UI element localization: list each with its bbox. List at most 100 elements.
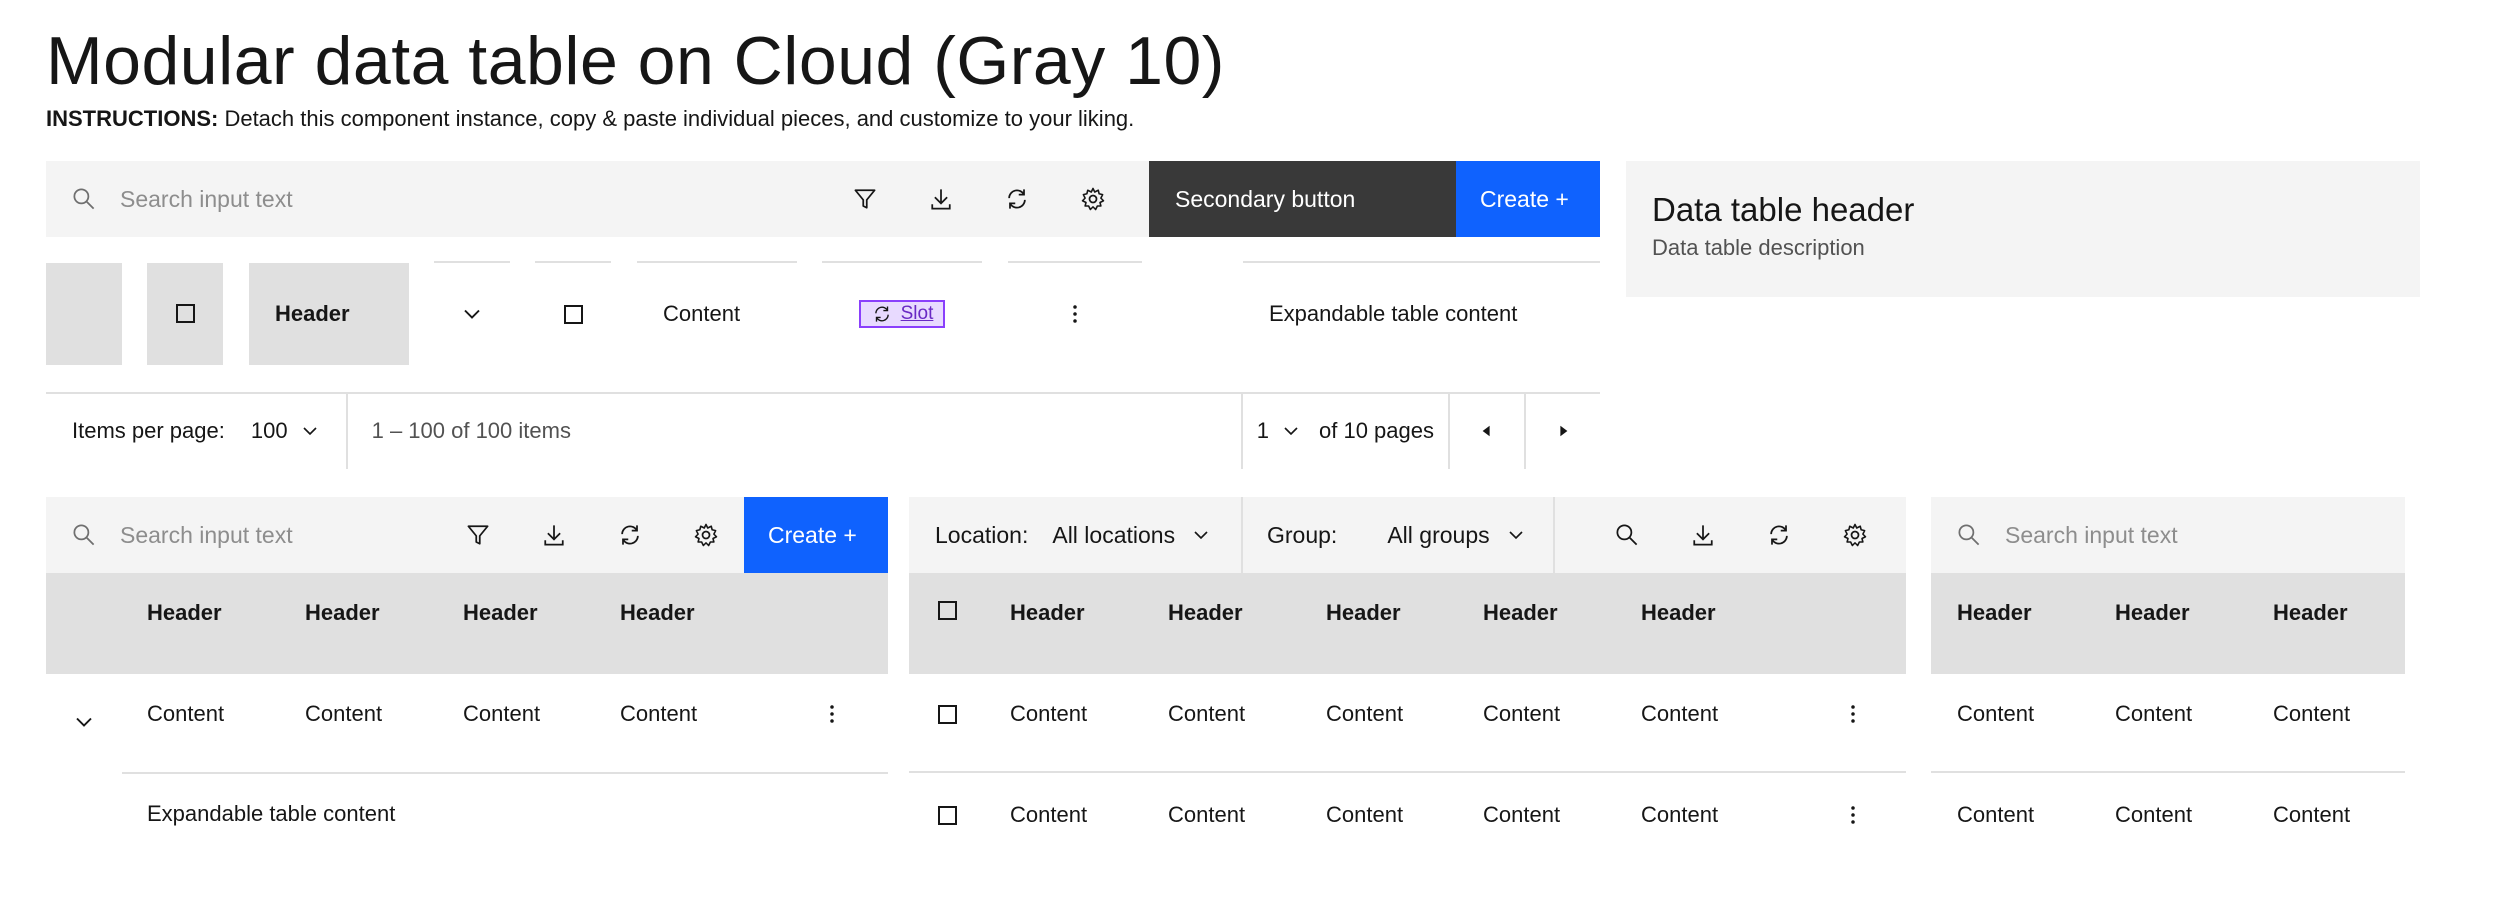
table-b-header-row: Header Header Header Header Header — [909, 573, 1906, 674]
group-label: Group: — [1267, 521, 1338, 548]
overflow-menu-icon[interactable] — [1839, 801, 1867, 834]
table-header[interactable]: Header — [1641, 573, 1716, 653]
search-input[interactable]: Search input text — [46, 161, 827, 237]
expand-chevron-cell[interactable] — [434, 263, 510, 365]
table-c-row: Content Content Content — [1931, 674, 2405, 774]
header-label: Header — [275, 301, 350, 326]
table-c-header-row: Header Header Header — [1931, 573, 2405, 674]
overflow-menu-icon[interactable] — [1061, 300, 1089, 328]
content-label: Content — [663, 301, 741, 326]
next-page-button[interactable] — [1526, 394, 1600, 468]
table-cell: Content — [620, 701, 698, 726]
table-b-toolbar: Location: All locations Group: All group… — [909, 497, 1906, 573]
table-cell: Content — [463, 701, 541, 726]
caret-left-icon — [1473, 417, 1501, 445]
table-header[interactable]: Header — [1957, 573, 2032, 653]
overflow-menu-icon[interactable] — [818, 700, 846, 733]
search-placeholder: Search input text — [120, 521, 293, 548]
toolbar-top: Search input text Secondary button Creat… — [46, 161, 1600, 237]
table-c-toolbar: Search input text — [1931, 497, 2405, 573]
row-checkbox[interactable] — [938, 806, 957, 825]
overflow-menu-icon[interactable] — [1839, 700, 1867, 733]
table-header[interactable]: Header — [1168, 573, 1243, 653]
table-header[interactable]: Header — [463, 573, 538, 653]
search-icon[interactable] — [1589, 497, 1665, 573]
expandable-content-label: Expandable table content — [1269, 301, 1518, 326]
caret-right-icon — [1549, 417, 1577, 445]
instructions: INSTRUCTIONS: Detach this component inst… — [46, 106, 1134, 132]
settings-icon[interactable] — [1817, 497, 1893, 573]
table-header[interactable]: Header — [147, 573, 222, 653]
location-label: Location: — [935, 521, 1029, 548]
slot-label: Slot — [900, 303, 934, 324]
location-value: All locations — [1052, 521, 1176, 548]
table-cell: Content — [1641, 802, 1719, 827]
settings-icon[interactable] — [1055, 161, 1131, 237]
create-button[interactable]: Create + — [744, 497, 888, 573]
secondary-button[interactable]: Secondary button — [1149, 161, 1456, 237]
table-header[interactable]: Header — [620, 573, 695, 653]
table-cell: Content — [305, 701, 383, 726]
instructions-text: Detach this component instance, copy & p… — [218, 106, 1135, 131]
select-all-checkbox[interactable] — [938, 601, 957, 620]
table-cell: Content — [1483, 701, 1561, 726]
table-cell: Content — [147, 701, 225, 726]
location-filter[interactable]: Location: All locations — [909, 497, 1241, 573]
table-cell: Content — [1326, 802, 1404, 827]
slot-placeholder[interactable]: Slot — [858, 300, 946, 328]
data-table-description: Data table description — [1652, 235, 1865, 260]
search-icon — [1955, 521, 1983, 549]
page-select[interactable]: 1 — [1257, 418, 1303, 444]
row-checkbox[interactable] — [938, 705, 957, 724]
items-per-page-label: Items per page: — [72, 418, 225, 443]
table-cell: Content — [2115, 701, 2193, 726]
search-icon — [70, 185, 98, 213]
download-icon[interactable] — [516, 497, 592, 573]
page-title: Modular data table on Cloud (Gray 10) — [46, 23, 1225, 99]
instructions-label: INSTRUCTIONS: — [46, 106, 219, 131]
table-header[interactable]: Header — [1483, 573, 1558, 653]
table-a-header-row: Header Header Header Header — [46, 573, 888, 674]
table-cell: Content — [1326, 701, 1404, 726]
renew-icon[interactable] — [592, 497, 668, 573]
table-cell: Content — [1010, 802, 1088, 827]
previous-page-button[interactable] — [1450, 394, 1524, 468]
filter-icon[interactable] — [827, 161, 903, 237]
create-button[interactable]: Create + — [1456, 161, 1600, 237]
table-cell: Content — [1641, 701, 1719, 726]
table-cell: Content — [2115, 802, 2193, 827]
page-value: 1 — [1256, 418, 1270, 443]
items-per-page-select[interactable]: 100 — [251, 418, 322, 444]
group-value: All groups — [1387, 521, 1490, 548]
items-range: 1 – 100 of 100 items — [371, 418, 571, 443]
search-input[interactable]: Search input text — [46, 497, 440, 573]
table-cell: Content — [1168, 701, 1246, 726]
table-header[interactable]: Header — [1010, 573, 1085, 653]
chevron-down-icon — [298, 419, 322, 443]
table-header[interactable]: Header — [2273, 573, 2348, 653]
filter-icon[interactable] — [440, 497, 516, 573]
checkbox[interactable] — [563, 304, 583, 324]
table-header[interactable]: Header — [305, 573, 380, 653]
table-header[interactable]: Header — [2115, 573, 2190, 653]
renew-icon[interactable] — [979, 161, 1055, 237]
expand-row-button[interactable] — [70, 708, 98, 741]
table-header[interactable]: Header — [1326, 573, 1401, 653]
search-placeholder: Search input text — [2005, 521, 2178, 548]
table-cell: Content — [1957, 701, 2035, 726]
pages-total: of 10 pages — [1319, 418, 1434, 443]
table-cell: Content — [2273, 701, 2351, 726]
renew-icon[interactable] — [1741, 497, 1817, 573]
group-filter[interactable]: Group: All groups — [1243, 497, 1553, 573]
download-icon[interactable] — [903, 161, 979, 237]
chevron-down-icon — [458, 300, 486, 328]
search-input[interactable]: Search input text — [1931, 497, 2405, 573]
header-cell: Header — [249, 263, 409, 365]
table-cell: Content — [1010, 701, 1088, 726]
search-icon — [70, 521, 98, 549]
settings-icon[interactable] — [668, 497, 744, 573]
checkbox[interactable] — [175, 303, 195, 323]
header-checkbox-cell — [147, 263, 223, 365]
download-icon[interactable] — [1665, 497, 1741, 573]
row-checkbox-cell — [535, 263, 611, 365]
